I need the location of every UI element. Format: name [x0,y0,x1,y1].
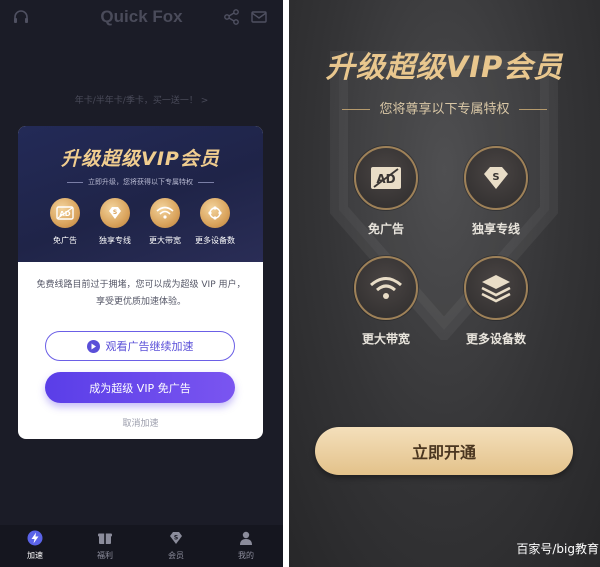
tab-member[interactable]: S 会员 [156,529,196,561]
promo-banner[interactable]: 年卡/半年卡/季卡，买一送一！ > [0,93,283,106]
person-icon [226,529,266,547]
vip-subtitle-text: 您将尊享以下专属特权 [379,102,510,117]
feature-bandwidth: 更大带宽 [341,256,431,347]
dialog-message: 免费线路目前过于拥堵，您可以成为超级 VIP 用户，享受更优质加速体验。 [36,280,246,307]
open-now-button[interactable]: 立即开通 [315,427,573,475]
feature-devices: 更多设备数 [190,198,240,246]
right-vip-screen: 升级超级VIP会员 您将尊享以下专属特权 AD 免广告 S 独享专线 更大带宽 … [289,0,600,567]
feature-label: 更多设备数 [195,236,235,245]
feature-label: 更多设备数 [465,332,526,346]
layers-icon [464,256,528,320]
dialog-subtitle: 立即升级，您将获得以下专属特权 [18,177,263,187]
lightning-icon [15,529,55,547]
feature-no-ads: AD 免广告 [341,146,431,237]
wifi-icon [150,198,180,228]
gift-icon [85,529,125,547]
feature-label: 独享专线 [99,236,131,245]
diamond-icon: S [100,198,130,228]
share-icon[interactable] [223,8,241,26]
watermark: 百家号/big教育 [516,542,599,556]
feature-label: 独享专线 [471,222,520,236]
vip-title: 升级超级VIP会员 [325,50,564,84]
feature-list: AD 免广告 S 独享专线 更大带宽 更多设备数 [18,198,263,254]
tab-mine[interactable]: 我的 [226,529,266,561]
tab-label: 福利 [97,551,113,560]
dialog-title: 升级超级VIP会员 [61,148,220,170]
ad-icon: AD [354,146,418,210]
tab-label: 加速 [27,551,43,560]
feature-devices: 更多设备数 [451,256,541,347]
feature-label: 免广告 [367,222,404,236]
feature-label: 免广告 [53,236,77,245]
top-bar: Quick Fox [0,0,283,34]
watch-ad-label: 观看广告继续加速 [105,340,194,353]
svg-text:S: S [492,172,499,183]
cancel-button[interactable]: 取消加速 [18,416,263,429]
dialog-subtitle-text: 立即升级，您将获得以下专属特权 [88,178,193,186]
feature-label: 更大带宽 [361,332,410,346]
tab-accelerate[interactable]: 加速 [15,529,55,561]
vip-upgrade-dialog: 升级超级VIP会员 立即升级，您将获得以下专属特权 AD 免广告 S 独享专线 [18,126,263,439]
play-icon [86,339,100,353]
ad-icon: AD [50,198,80,228]
wifi-icon [354,256,418,320]
vip-subtitle: 您将尊享以下专属特权 [289,98,600,117]
devices-icon [200,198,230,228]
feature-dedicated-line: S 独享专线 [90,198,140,246]
feature-bandwidth: 更大带宽 [140,198,190,246]
become-vip-button[interactable]: 成为超级 VIP 免广告 [45,372,235,403]
feature-dedicated-line: S 独享专线 [451,146,541,237]
feature-label: 更大带宽 [149,236,181,245]
svg-text:S: S [174,535,178,542]
diamond-icon: S [464,146,528,210]
bottom-tab-bar: 加速 福利 S 会员 我的 [0,525,283,567]
dialog-header: 升级超级VIP会员 立即升级，您将获得以下专属特权 AD 免广告 S 独享专线 [18,126,263,262]
svg-text:S: S [113,209,117,216]
mail-icon[interactable] [250,8,268,26]
feature-no-ads: AD 免广告 [40,198,90,246]
tab-welfare[interactable]: 福利 [85,529,125,561]
svg-text:AD: AD [59,210,70,218]
tab-label: 会员 [168,551,184,560]
tab-label: 我的 [238,551,254,560]
watch-ad-button[interactable]: 观看广告继续加速 [45,331,235,361]
left-app-screen: Quick Fox 年卡/半年卡/季卡，买一送一！ > 升级超级VIP会员 立即… [0,0,283,567]
diamond-icon: S [156,529,196,547]
